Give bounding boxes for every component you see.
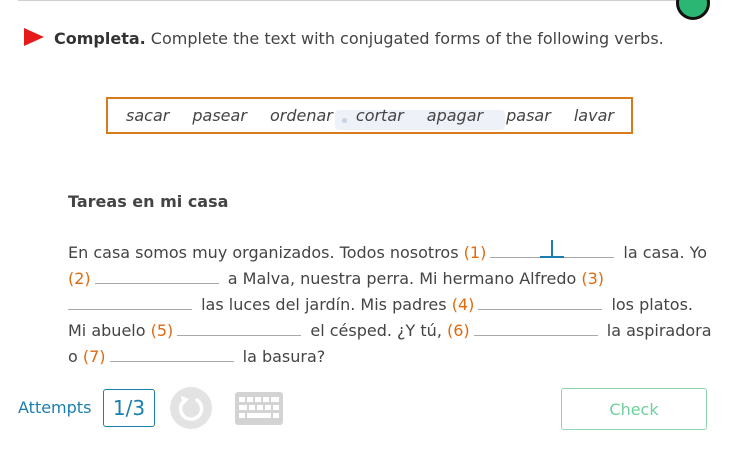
reset-button[interactable] [170, 387, 212, 429]
flag-icon [24, 28, 44, 46]
text-segment: las luces del jardín. Mis padres [196, 295, 452, 314]
text-segment: la aspiradora [601, 321, 712, 340]
answer-blank-6[interactable] [473, 320, 598, 336]
exercise-title: Tareas en mi casa [68, 192, 229, 211]
answer-blank-7[interactable] [109, 346, 234, 362]
text-segment: a Malva, nuestra perra. Mi hermano Alfre… [222, 269, 582, 288]
attempts-label: Attempts [18, 398, 92, 417]
text-line-3: las luces del jardín. Mis padres (4) los… [68, 294, 693, 314]
blank-number: (5) [150, 321, 174, 340]
text-segment: En casa somos muy organizados. Todos nos… [68, 243, 464, 262]
text-cursor [540, 240, 565, 258]
word-bank-item: pasear [192, 106, 247, 125]
answer-blank-5[interactable] [177, 320, 302, 336]
word-bank-item: pasar [506, 106, 551, 125]
check-button[interactable]: Check [561, 388, 707, 430]
blank-number: (2) [68, 269, 91, 288]
text-segment: la casa. Yo [618, 243, 708, 262]
instruction-bold: Completa. [54, 29, 146, 48]
word-bank-item: apagar [426, 106, 484, 125]
answer-blank-4[interactable] [478, 294, 603, 310]
top-divider [18, 0, 690, 1]
keyboard-button[interactable] [235, 392, 283, 425]
keyboard-icon [235, 392, 283, 425]
word-bank-item: sacar [126, 106, 170, 125]
instruction-text: Complete the text with conjugated forms … [145, 29, 664, 48]
text-line-5: o (7) la basura? [68, 346, 325, 366]
instructions: Completa. Complete the text with conjuga… [54, 29, 664, 48]
word-bank-item: ordenar [269, 106, 333, 125]
blank-number: (4) [451, 295, 475, 314]
answer-blank-2[interactable] [94, 268, 219, 284]
attempts-counter: 1/3 [103, 389, 155, 427]
text-line-2: (2) a Malva, nuestra perra. Mi hermano A… [68, 268, 604, 288]
word-bank: sacar pasear ordenar cortar apagar pasar… [106, 97, 633, 134]
text-segment: la basura? [237, 347, 326, 366]
blank-number: (7) [82, 347, 106, 366]
text-line-1: En casa somos muy organizados. Todos nos… [68, 240, 708, 262]
blank-number: (3) [581, 269, 605, 288]
text-segment: el césped. ¿Y tú, [305, 321, 447, 340]
text-segment: Mi abuelo [68, 321, 151, 340]
answer-blank-3[interactable] [68, 294, 192, 310]
text-segment: o [68, 347, 83, 366]
blank-number: (6) [446, 321, 470, 340]
blank-number: (1) [463, 243, 487, 262]
text-segment: los platos. [606, 295, 693, 314]
word-bank-item: cortar [355, 106, 404, 125]
reset-icon [178, 396, 204, 421]
text-line-4: Mi abuelo (5) el césped. ¿Y tú, (6) la a… [68, 320, 712, 340]
answer-blank-1[interactable] [490, 240, 615, 258]
status-indicator [676, 0, 710, 20]
word-bank-item: lavar [573, 106, 614, 125]
